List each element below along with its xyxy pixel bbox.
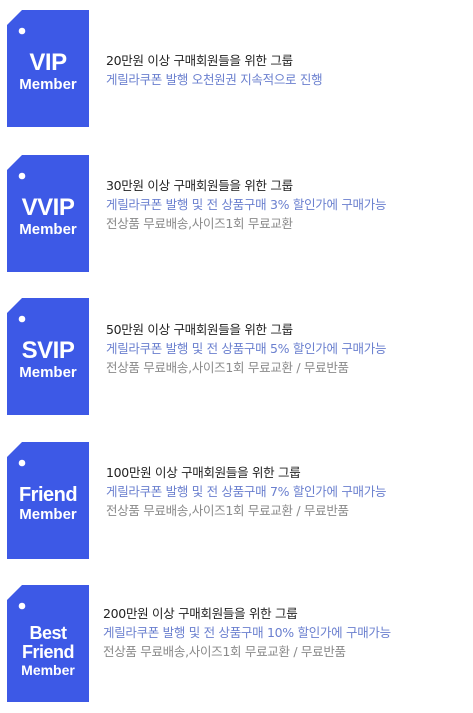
tier-description: 100만원 이상 구매회원들을 위한 그룹 게릴라쿠폰 발행 및 전 상품구매 … bbox=[106, 463, 468, 520]
tag-label-sub: Member bbox=[19, 76, 77, 93]
membership-tag: SVIP Member bbox=[7, 298, 89, 415]
tier-benefit: 게릴라쿠폰 발행 및 전 상품구매 7% 할인가에 구매가능 bbox=[106, 484, 387, 499]
tier-extra: 전상품 무료배송,사이즈1회 무료교환 / 무료반품 bbox=[103, 644, 346, 659]
tier-title: 50만원 이상 구매회원들을 위한 그룹 bbox=[106, 322, 293, 337]
membership-tag: Friend Member bbox=[7, 442, 89, 559]
membership-tag: Best Friend Member bbox=[7, 585, 89, 702]
membership-tag: VIP Member bbox=[7, 10, 89, 127]
tag-label-main-2: Friend bbox=[21, 642, 75, 662]
tag-label-main: SVIP bbox=[21, 337, 75, 364]
tier-benefit: 게릴라쿠폰 발행 오천원권 지속적으로 진행 bbox=[106, 72, 323, 87]
tag-label-sub: Member bbox=[21, 662, 75, 678]
tier-title: 30만원 이상 구매회원들을 위한 그룹 bbox=[106, 178, 293, 193]
tier-description: 200만원 이상 구매회원들을 위한 그룹 게릴라쿠폰 발행 및 전 상품구매 … bbox=[103, 604, 465, 661]
tag-label-main: Friend bbox=[18, 484, 78, 506]
tag-label-main: VVIP bbox=[21, 194, 75, 221]
tag-label-sub: Member bbox=[19, 364, 77, 381]
tag-label-main: VIP bbox=[29, 49, 67, 76]
tier-title: 20만원 이상 구매회원들을 위한 그룹 bbox=[106, 53, 293, 68]
tier-extra: 전상품 무료배송,사이즈1회 무료교환 / 무료반품 bbox=[106, 503, 349, 518]
tier-benefit: 게릴라쿠폰 발행 및 전 상품구매 5% 할인가에 구매가능 bbox=[106, 341, 387, 356]
tag-label-main: Best bbox=[29, 623, 67, 643]
tier-title: 100만원 이상 구매회원들을 위한 그룹 bbox=[106, 465, 301, 480]
membership-tag: VVIP Member bbox=[7, 155, 89, 272]
tier-title: 200만원 이상 구매회원들을 위한 그룹 bbox=[103, 606, 298, 621]
tag-label-sub: Member bbox=[19, 221, 77, 238]
tier-description: 20만원 이상 구매회원들을 위한 그룹 게릴라쿠폰 발행 오천원권 지속적으로… bbox=[106, 51, 468, 89]
tier-extra: 전상품 무료배송,사이즈1회 무료교환 / 무료반품 bbox=[106, 360, 349, 375]
tier-benefit: 게릴라쿠폰 발행 및 전 상품구매 3% 할인가에 구매가능 bbox=[106, 197, 387, 212]
tag-label-sub: Member bbox=[19, 506, 77, 523]
tier-extra: 전상품 무료배송,사이즈1회 무료교환 bbox=[106, 216, 293, 231]
tier-description: 50만원 이상 구매회원들을 위한 그룹 게릴라쿠폰 발행 및 전 상품구매 5… bbox=[106, 320, 468, 377]
tier-benefit: 게릴라쿠폰 발행 및 전 상품구매 10% 할인가에 구매가능 bbox=[103, 625, 391, 640]
tier-description: 30만원 이상 구매회원들을 위한 그룹 게릴라쿠폰 발행 및 전 상품구매 3… bbox=[106, 176, 468, 233]
